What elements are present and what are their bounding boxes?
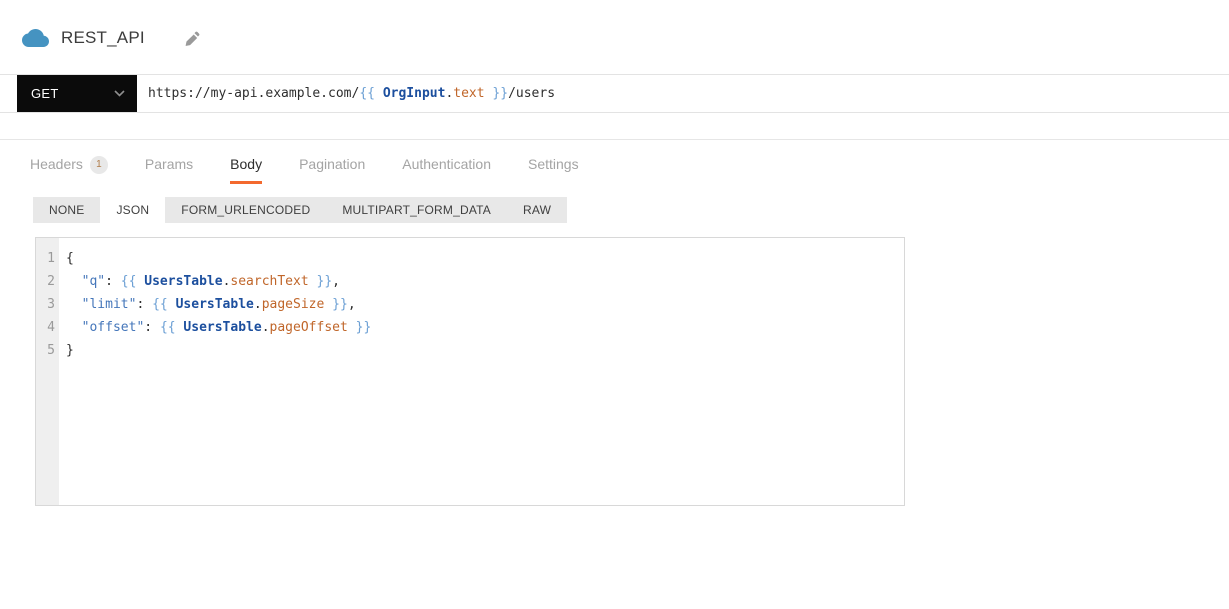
pencil-icon[interactable] — [185, 31, 200, 46]
body-editor[interactable]: 12345 { "q": {{ UsersTable.searchText }}… — [35, 237, 905, 506]
code-token-key: "q" — [81, 274, 106, 289]
body-type-tab-json[interactable]: JSON — [100, 197, 166, 223]
code-token-entity: UsersTable — [175, 297, 254, 312]
line-number: 4 — [47, 320, 55, 335]
code-token-entity: OrgInput — [382, 86, 446, 101]
code-line[interactable]: "q": {{ UsersTable.searchText }}, — [66, 270, 904, 293]
code-token-plain: } — [66, 343, 74, 358]
tab-settings[interactable]: Settings — [528, 155, 579, 184]
code-token-plain: . — [261, 320, 270, 335]
tab-label: Body — [230, 156, 263, 172]
cloud-icon — [22, 28, 49, 48]
url-bar: GET https://my-api.example.com/{{ OrgInp… — [0, 74, 1229, 113]
line-number: 1 — [47, 251, 55, 266]
api-header: REST_API — [22, 25, 200, 51]
code-token-plain: , — [347, 297, 356, 312]
page-title: REST_API — [61, 28, 145, 47]
tab-pagination[interactable]: Pagination — [299, 155, 365, 184]
url-input[interactable]: https://my-api.example.com/{{ OrgInput. t… — [137, 75, 1229, 112]
code-token-plain: : — [105, 274, 121, 289]
code-token-brace: }} — [308, 274, 333, 289]
tab-label: Params — [144, 156, 194, 172]
code-token-plain: : — [136, 297, 153, 312]
section-separator — [0, 139, 1229, 140]
code-token-entity: UsersTable — [183, 320, 262, 335]
tab-label: Headers — [30, 156, 83, 172]
line-number: 3 — [47, 297, 55, 312]
tab-label: Authentication — [402, 156, 491, 172]
code-token-plain: : — [144, 320, 160, 335]
code-token-plain: , — [332, 274, 340, 289]
body-type-tabs: NONE JSON FORM_URLENCODED MULTIPART_FORM_DA… — [33, 197, 568, 223]
code-token-brace: }} — [347, 320, 372, 335]
body-type-tab-form_urlencoded[interactable]: FORM_URLENCODED — [165, 197, 326, 223]
code-token-brace: {{ — [120, 274, 145, 289]
method-label: GET — [31, 86, 59, 101]
tab-label: Pagination — [299, 156, 366, 172]
code-token-property: pageSize — [261, 297, 325, 312]
headers-count-badge: 1 — [89, 155, 108, 174]
code-line[interactable]: "limit": {{ UsersTable.pageSize }}, — [66, 293, 904, 316]
code-token-brace: {{ — [359, 86, 383, 101]
chevron-down-icon — [114, 90, 125, 97]
tab-authentication[interactable]: Authentication — [402, 155, 491, 184]
tab-body[interactable]: Body — [230, 155, 263, 184]
body-type-tab-multipart_form_data[interactable]: MULTIPART_FORM_DATA — [326, 197, 507, 223]
code-token-brace: {{ — [152, 297, 176, 312]
method-dropdown[interactable]: GET — [17, 75, 137, 112]
code-token-property: pageOffset — [269, 320, 348, 335]
tab-label: Settings — [527, 156, 579, 172]
request-tabs: Headers 1 Params Body Pagination Authenticati… — [30, 155, 579, 184]
line-numbers-gutter: 1 2 3 4 5 — [36, 238, 59, 505]
line-number: 2 — [47, 274, 55, 289]
code-line[interactable]: } — [66, 339, 904, 362]
code-token-brace: }} — [324, 297, 348, 312]
code-area[interactable]: { "q": {{ UsersTable.searchText }}, "lim… — [59, 238, 904, 505]
code-token-property: searchText — [230, 274, 309, 289]
code-token-plain: { — [66, 251, 74, 266]
code-token-plain: /users — [508, 86, 556, 101]
body-type-tab-none[interactable]: NONE — [33, 197, 100, 223]
code-token-entity: UsersTable — [144, 274, 223, 289]
code-token-key: "offset" — [81, 320, 145, 335]
code-token-brace: {{ — [159, 320, 184, 335]
tab-headers[interactable]: Headers 1 — [30, 155, 108, 184]
code-token-plain: https://my-api.example.com/ — [148, 86, 360, 101]
code-token-brace: }} — [484, 86, 509, 101]
body-type-tab-raw[interactable]: RAW — [507, 197, 567, 223]
code-line[interactable]: { — [66, 247, 904, 270]
code-token-key: "limit" — [81, 297, 137, 312]
code-line[interactable]: "offset": {{ UsersTable.pageOffset }} — [66, 316, 904, 339]
code-token-plain: . — [253, 297, 262, 312]
code-token-property: text — [453, 86, 485, 101]
code-token-plain: . — [445, 86, 454, 101]
line-number: 5 — [47, 343, 55, 358]
tab-params[interactable]: Params — [145, 155, 193, 184]
